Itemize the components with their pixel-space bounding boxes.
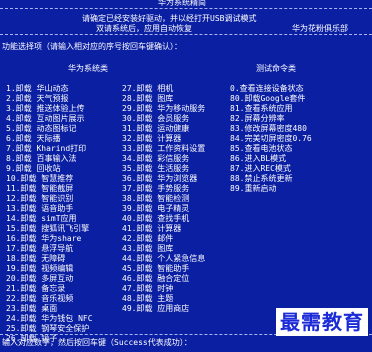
menu-option: 30.卸载 会员服务 [122,114,190,123]
menu-option: 6.卸载 天际播 [6,134,61,143]
menu-option: 16.卸载 华为share [6,234,82,243]
console-window: 华为系统精简 请确定已经安装好驱动，并以经打开USB调试模式 双请系统后，应用自… [0,0,372,352]
menu-option: 82.屏幕分辨率 [230,114,285,123]
menu-prompt: 功能选择项（请输入相对应的序号按回车键确认）： [2,42,182,51]
menu-option: 44.卸载 个人紧急信息 [122,254,206,263]
menu-option: 3.卸载 推送体验上传 [6,104,85,113]
menu-option: 24.卸载 华为钱包 NFC [6,314,93,323]
menu-option: 32.卸载 计算器 [122,134,182,143]
menu-option: 11.卸载 智能截屏 [6,184,74,193]
menu-option: 8.卸载 百事输入法 [6,154,77,163]
column-heading-tests: 测试命令类 [256,64,296,73]
menu-option: 7.卸载 Kharind打印 [6,144,87,153]
menu-option: 12.卸载 智能识别 [6,194,74,203]
menu-option: 84.完美切屏密度0.76 [230,134,312,143]
menu-option: 4.卸载 互动图片展示 [6,114,85,123]
menu-option: 48.卸载 主题 [122,294,174,303]
menu-option: 15.卸载 搜狐讯飞引擎 [6,224,90,233]
menu-column-1: 1.卸载 华山动态 2.卸载 天气预报 3.卸载 推送体验上传 4.卸载 互动图片展示… [6,84,93,344]
menu-option: 35.卸载 生活服务 [122,164,190,173]
column-heading-huawei: 华为系统类 [68,64,108,73]
menu-option: 27.卸载 相机 [122,84,174,93]
menu-option: 9.卸载 回收站 [6,164,61,173]
menu-option: 36.卸载 华为浏览器 [122,174,198,183]
menu-option: 38.卸载 智能检测 [122,194,190,203]
menu-option: 37.卸载 手势服务 [122,184,190,193]
menu-option: 10.卸载 智慧推荐 [6,174,74,183]
menu-option: 88.禁止系统更新 [230,174,293,183]
menu-option: 49.卸载 应用商店 [122,304,190,313]
menu-option: 86.进入BL模式 [230,154,287,163]
menu-option: 40.卸载 查找手机 [122,214,190,223]
menu-option: 22.卸载 音乐视频 [6,294,74,303]
menu-option: 39.卸载 电子精灵 [122,204,190,213]
menu-option: 18.卸载 无障碍 [6,254,66,263]
watermark-logo: 最需教育 [276,308,368,336]
menu-option: 28.卸载 图库 [122,94,174,103]
restore-notice: 双请系统后，应用自动恢复 [96,24,192,33]
header-divider [0,34,372,36]
menu-option: 5.卸载 动态图标记 [6,124,77,133]
menu-option: 87.进入REC模式 [230,164,291,173]
driver-notice: 请确定已经安装好驱动，并以经打开USB调试模式 [82,14,257,23]
menu-option: 34.卸载 彩信服务 [122,154,190,163]
menu-option: 43.卸载 图库 [122,244,174,253]
menu-option: 85.查看电池状态 [230,144,293,153]
top-divider [0,8,372,10]
menu-option: 41.卸载 计算器 [122,224,182,233]
menu-option: 29.卸载 华为移动服务 [122,104,206,113]
menu-option: 21.卸载 备忘录 [6,284,66,293]
menu-column-2: 27.卸载 相机 28.卸载 图库 29.卸载 华为移动服务 30.卸载 会员服务 31… [122,84,205,314]
menu-option: 2.卸载 天气预报 [6,94,69,103]
menu-option: 1.卸载 华山动态 [6,84,69,93]
menu-option: 31.卸载 运动健康 [122,124,190,133]
menu-option: 42.卸载 邮件 [122,234,174,243]
menu-option: 19.卸载 视频编辑 [6,264,74,273]
window-title: 华为系统精简 [158,0,206,7]
input-prompt[interactable]: 输入对应数字，然后按回车键（Success代表成功）： [2,338,192,348]
menu-option: 17.卸载 悬浮导航 [6,244,74,253]
menu-option: 13.卸载 语音助手 [6,204,74,213]
menu-option: 33.卸载 工作资料设置 [122,144,206,153]
menu-option: 23.卸载 桌面 [6,304,58,313]
menu-option: 0.查看连接设备状态 [230,84,304,93]
menu-option: 81.查看系统应用 [230,104,293,113]
menu-option: 25.卸载 钢琴安全保护 [6,324,90,333]
menu-column-3: 0.查看连接设备状态 80.卸载Google套件 81.查看系统应用 82.屏幕分辨率… [230,84,312,194]
menu-option: 83.修改屏幕密度480 [230,124,307,133]
menu-option: 80.卸载Google套件 [230,94,306,103]
menu-option: 46.卸载 融合定位 [122,274,190,283]
menu-option: 89.重新启动 [230,184,277,193]
menu-option: 45.卸载 智能助手 [122,264,190,273]
menu-option: 20.卸载 多屏互动 [6,274,74,283]
club-label: 华为花粉俱乐部 [292,24,348,33]
menu-option: 47.卸载 时钟 [122,284,174,293]
menu-option: 14.卸载 simT应用 [6,214,77,223]
